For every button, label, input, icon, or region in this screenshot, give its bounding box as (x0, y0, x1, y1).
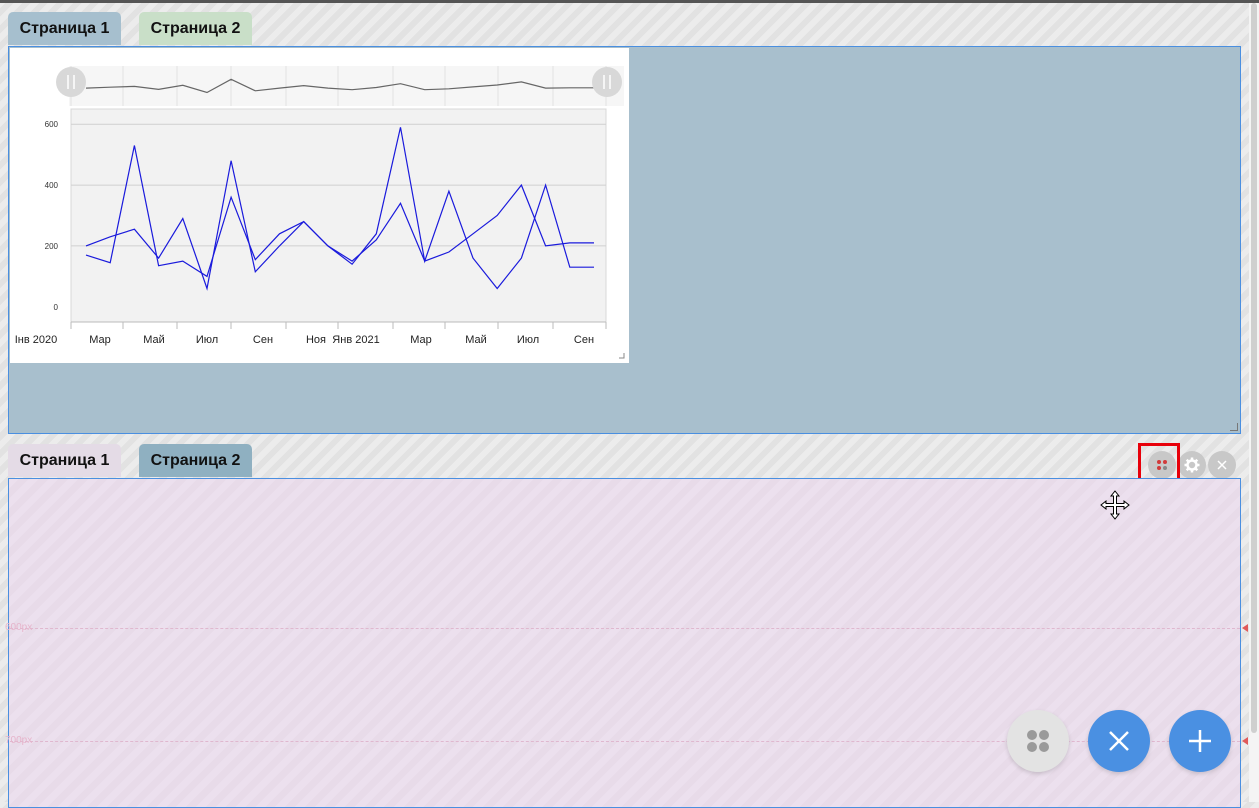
x-tick-label: Июл (517, 334, 539, 346)
guide-label-700: 700px (5, 735, 33, 746)
plus-icon (1189, 730, 1211, 752)
x-tick-label: Сен (574, 334, 594, 346)
plot-area (70, 108, 607, 323)
chart-widget: 0 200 400 600 Інв 2020 Мар Май Июл Сен Ноя Янв 20… (10, 48, 629, 363)
apps-fab[interactable] (1007, 710, 1069, 772)
y-tick-label: 600 (45, 120, 59, 129)
y-axis: 0 200 400 600 (45, 120, 59, 312)
close-icon (1109, 731, 1129, 751)
x-tick-label: Мар (89, 334, 111, 346)
overview-background (69, 66, 624, 106)
gear-icon (1184, 457, 1200, 473)
x-tick-label: Ноя (306, 334, 326, 346)
guide-line-600 (10, 628, 1240, 629)
guide-label-600: 600px (5, 622, 33, 633)
bottom-tab-page-1[interactable]: Страница 1 (8, 444, 121, 477)
y-tick-label: 400 (45, 181, 59, 190)
y-tick-label: 0 (54, 303, 59, 312)
overview-left-handle[interactable] (56, 67, 86, 97)
guide-marker-700 (1242, 737, 1248, 745)
overview-right-handle[interactable] (592, 67, 622, 97)
x-tick-label: Май (143, 334, 165, 346)
y-tick-label: 200 (45, 242, 59, 251)
vertical-scrollbar[interactable] (1249, 3, 1259, 802)
x-tick-label: Мар (410, 334, 432, 346)
settings-button[interactable] (1178, 451, 1206, 479)
guide-marker-600 (1242, 624, 1248, 632)
x-axis: Інв 2020 Мар Май Июл Сен Ноя Янв 2021 Мар Май Июл… (15, 321, 607, 346)
move-cursor-icon (1100, 490, 1130, 520)
bottom-tab-page-2[interactable]: Страница 2 (139, 444, 252, 477)
close-widget-button[interactable] (1208, 451, 1236, 479)
x-tick-label: Июл (196, 334, 218, 346)
window-top-border (0, 0, 1259, 3)
close-icon (1217, 460, 1227, 470)
x-tick-label: Інв 2020 (15, 334, 58, 346)
top-tab-page-2[interactable]: Страница 2 (139, 12, 252, 45)
line-chart: 0 200 400 600 Інв 2020 Мар Май Июл Сен Ноя Янв 20… (15, 66, 625, 359)
add-fab[interactable] (1169, 710, 1231, 772)
top-tab-page-1[interactable]: Страница 1 (8, 12, 121, 45)
chart-resize-handle[interactable] (619, 353, 625, 359)
x-tick-label: Май (465, 334, 487, 346)
panel-resize-handle[interactable] (1230, 423, 1238, 431)
close-fab[interactable] (1088, 710, 1150, 772)
x-tick-label: Янв 2021 (332, 334, 379, 346)
scrollbar-thumb[interactable] (1251, 3, 1257, 733)
x-tick-label: Сен (253, 334, 273, 346)
apps-icon (1027, 730, 1049, 752)
